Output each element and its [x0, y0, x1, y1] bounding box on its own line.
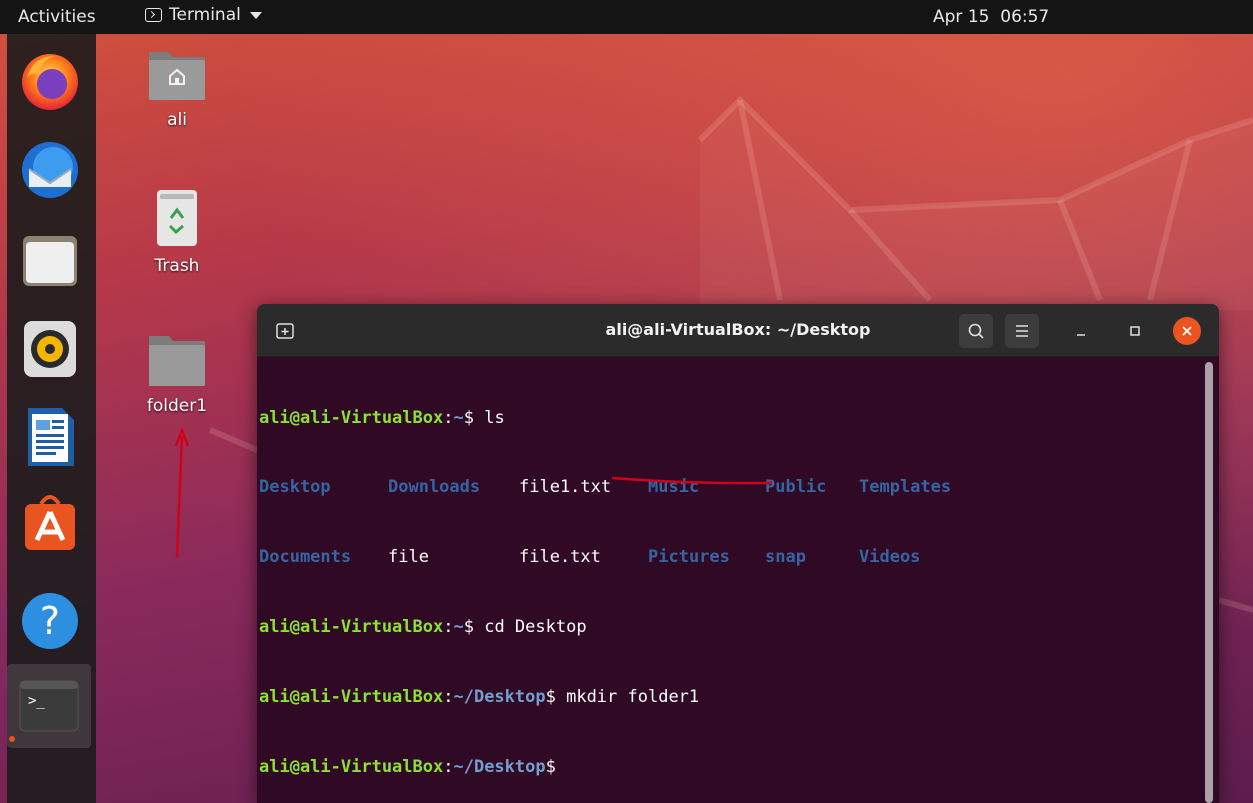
prompt-colon: :	[443, 617, 454, 638]
terminal-line: ali@ali-VirtualBox:~/Desktop$ mkdir fold…	[259, 686, 1199, 709]
ls-entry-file: file.txt	[519, 547, 601, 568]
terminal-line: ali@ali-VirtualBox:~/Desktop$	[259, 756, 1199, 779]
command-text: mkdir folder1	[555, 687, 700, 708]
terminal-headerbar[interactable]: ali@ali-VirtualBox: ~/Desktop	[257, 304, 1219, 357]
ls-entry-directory: Downloads	[388, 477, 481, 498]
command-text: cd Desktop	[473, 617, 587, 638]
desktop-icon-label: ali	[167, 110, 187, 130]
writer-document-icon	[28, 408, 74, 466]
dock: ? >_	[7, 34, 96, 803]
terminal-icon: >_	[19, 680, 79, 732]
dock-help[interactable]: ?	[17, 588, 83, 654]
desktop-icon-home[interactable]: ali	[132, 46, 222, 130]
maximize-button[interactable]	[1121, 317, 1149, 345]
app-menu-terminal[interactable]: Terminal	[145, 5, 262, 25]
dock-files[interactable]	[17, 227, 83, 293]
search-icon	[968, 323, 984, 339]
software-bag-icon	[25, 495, 75, 550]
prompt-symbol: $	[463, 617, 474, 638]
terminal-window: ali@ali-VirtualBox: ~/Desktop ali@ali-Vi…	[257, 304, 1219, 803]
chevron-down-icon	[249, 11, 262, 19]
folder-icon	[149, 336, 205, 386]
ls-entry-directory: snap	[765, 547, 806, 568]
prompt-symbol: $	[463, 407, 474, 428]
minimize-icon	[1077, 334, 1085, 336]
home-folder-icon	[149, 52, 205, 100]
prompt-user: ali@ali-VirtualBox	[259, 757, 444, 778]
prompt-path: ~/Desktop	[453, 757, 546, 778]
ls-entry-file: file	[388, 547, 429, 568]
ls-entry-directory: Pictures	[648, 547, 730, 568]
ls-entry-directory: Public	[765, 477, 827, 498]
desktop-icon-label: Trash	[154, 256, 200, 276]
ls-entry-directory: Templates	[859, 477, 952, 498]
files-icon	[23, 236, 77, 286]
terminal-line: ali@ali-VirtualBox:~$ cd Desktop	[259, 616, 1199, 639]
dock-thunderbird[interactable]	[17, 137, 83, 203]
hamburger-menu-icon	[1016, 325, 1028, 337]
dock-rhythmbox[interactable]	[17, 316, 83, 382]
svg-text:?: ?	[40, 599, 60, 643]
prompt-symbol: $	[545, 757, 556, 778]
terminal-icon	[145, 8, 162, 22]
prompt-user: ali@ali-VirtualBox	[259, 407, 444, 428]
ls-output-row: Documents file file.txt Pictures snap Videos	[259, 546, 1199, 569]
desktop-icon-trash[interactable]: Trash	[132, 188, 222, 276]
desktop-icon-folder1[interactable]: folder1	[132, 330, 222, 416]
activities-button[interactable]: Activities	[18, 7, 96, 27]
dock-terminal[interactable]: >_	[7, 664, 91, 748]
running-indicator	[9, 736, 15, 742]
maximize-icon	[1130, 326, 1140, 336]
app-menu-label: Terminal	[169, 5, 241, 25]
prompt-user: ali@ali-VirtualBox	[259, 687, 444, 708]
terminal-line: ali@ali-VirtualBox:~$ ls	[259, 407, 1199, 430]
search-button[interactable]	[959, 314, 993, 348]
clock[interactable]: Apr 15 06:57	[933, 7, 1049, 27]
prompt-colon: :	[443, 687, 454, 708]
ls-entry-directory: Music	[648, 477, 700, 498]
ls-entry-directory: Documents	[259, 547, 352, 568]
dock-firefox[interactable]	[17, 48, 83, 114]
dock-libreoffice-writer[interactable]	[17, 404, 83, 470]
ls-entry-directory: Desktop	[259, 477, 331, 498]
ls-entry-directory: Videos	[859, 547, 921, 568]
prompt-symbol: $	[545, 687, 556, 708]
prompt-path: ~	[453, 407, 464, 428]
close-icon	[1182, 326, 1192, 336]
thunderbird-icon	[22, 142, 78, 198]
prompt-path: ~	[453, 617, 464, 638]
minimize-button[interactable]	[1067, 317, 1095, 345]
menu-button[interactable]	[1005, 314, 1039, 348]
trash-icon	[157, 190, 197, 246]
dock-ubuntu-software[interactable]	[17, 490, 83, 556]
top-bar: Activities Terminal Apr 15 06:57	[0, 0, 1253, 34]
desktop-icon-label: folder1	[146, 396, 208, 416]
terminal-scrollbar[interactable]	[1205, 362, 1213, 803]
ls-output-row: Desktop Downloads file1.txt Music Public Temp…	[259, 476, 1199, 499]
prompt-user: ali@ali-VirtualBox	[259, 617, 444, 638]
svg-text:>_: >_	[28, 693, 45, 709]
terminal-output[interactable]: ali@ali-VirtualBox:~$ ls Desktop Download…	[259, 360, 1199, 800]
ls-entry-file: file1.txt	[519, 477, 612, 498]
command-text: ls	[473, 407, 505, 428]
help-icon: ?	[22, 593, 78, 649]
firefox-icon	[22, 54, 78, 110]
prompt-colon: :	[443, 407, 454, 428]
close-button[interactable]	[1173, 317, 1201, 345]
prompt-colon: :	[443, 757, 454, 778]
prompt-path: ~/Desktop	[453, 687, 546, 708]
speaker-icon	[24, 321, 76, 377]
